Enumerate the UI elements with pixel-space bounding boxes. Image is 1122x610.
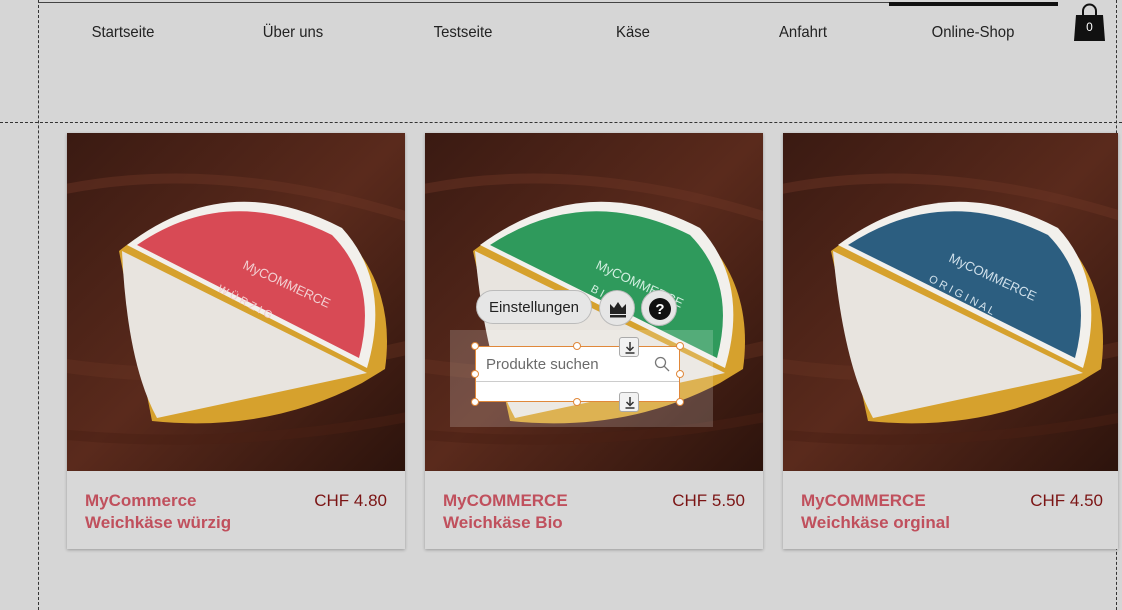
layout-guide-left: [38, 0, 39, 610]
nav-item-startseite[interactable]: Startseite: [44, 24, 202, 42]
nav-active-indicator: [889, 2, 1058, 6]
nav-item-anfahrt[interactable]: Anfahrt: [724, 24, 882, 42]
download-arrow-icon: [625, 342, 635, 354]
resize-handle-bottom-right[interactable]: [676, 398, 684, 406]
product-price: CHF 5.50: [672, 491, 745, 510]
resize-handle-bottom[interactable]: [573, 398, 581, 406]
resize-handle-top-right[interactable]: [676, 342, 684, 350]
nav-item-ueber-uns[interactable]: Über uns: [214, 24, 372, 42]
insert-above-button[interactable]: [619, 337, 639, 357]
search-icon[interactable]: [654, 356, 670, 372]
product-name-line1: MyCOMMERCE: [443, 491, 568, 510]
resize-handle-bottom-left[interactable]: [471, 398, 479, 406]
product-name[interactable]: MyCOMMERCE Weichkäse orginal: [801, 490, 1011, 534]
resize-handle-left[interactable]: [471, 370, 479, 378]
settings-button[interactable]: Einstellungen: [476, 290, 592, 324]
resize-handle-top-left[interactable]: [471, 342, 479, 350]
product-name-line1: MyCOMMERCE: [801, 491, 926, 510]
product-price: CHF 4.80: [314, 491, 387, 510]
premium-button[interactable]: [599, 290, 635, 326]
download-arrow-icon: [625, 397, 635, 409]
resize-handle-right[interactable]: [676, 370, 684, 378]
nav-item-online-shop[interactable]: Online-Shop: [894, 24, 1052, 42]
main-navigation: Startseite Über uns Testseite Käse Anfah…: [38, 24, 1058, 46]
crown-icon: [610, 302, 626, 318]
product-name-line2: Weichkäse orginal: [801, 513, 950, 532]
product-image: MyCOMMERCE W Ü R Z I G: [67, 133, 405, 471]
insert-below-button[interactable]: [619, 392, 639, 412]
product-name[interactable]: MyCommerce Weichkäse würzig: [85, 490, 295, 534]
product-search-input[interactable]: [476, 347, 679, 381]
nav-item-kaese[interactable]: Käse: [554, 24, 712, 42]
shopping-cart-button[interactable]: 0: [1073, 3, 1106, 41]
help-button[interactable]: ?: [641, 290, 677, 326]
product-price: CHF 4.50: [1030, 491, 1103, 510]
nav-item-testseite[interactable]: Testseite: [384, 24, 542, 42]
product-card[interactable]: MyCOMMERCE W Ü R Z I G MyCommerce Weichk…: [67, 133, 405, 549]
product-name-line1: MyCommerce: [85, 491, 197, 510]
layout-guide-header: [0, 122, 1122, 123]
product-name-line2: Weichkäse würzig: [85, 513, 232, 532]
product-name-line2: Weichkäse Bio: [443, 513, 563, 532]
cart-count: 0: [1086, 20, 1093, 34]
product-card[interactable]: MyCOMMERCE O R I G I N A L MyCOMMERCE We…: [783, 133, 1118, 549]
product-image: MyCOMMERCE O R I G I N A L: [783, 133, 1118, 471]
resize-handle-top[interactable]: [573, 342, 581, 350]
product-search-widget[interactable]: [475, 346, 680, 402]
search-divider: [476, 381, 679, 382]
help-icon: ?: [649, 298, 671, 320]
product-name[interactable]: MyCOMMERCE Weichkäse Bio: [443, 490, 653, 534]
svg-text:?: ?: [655, 301, 664, 318]
